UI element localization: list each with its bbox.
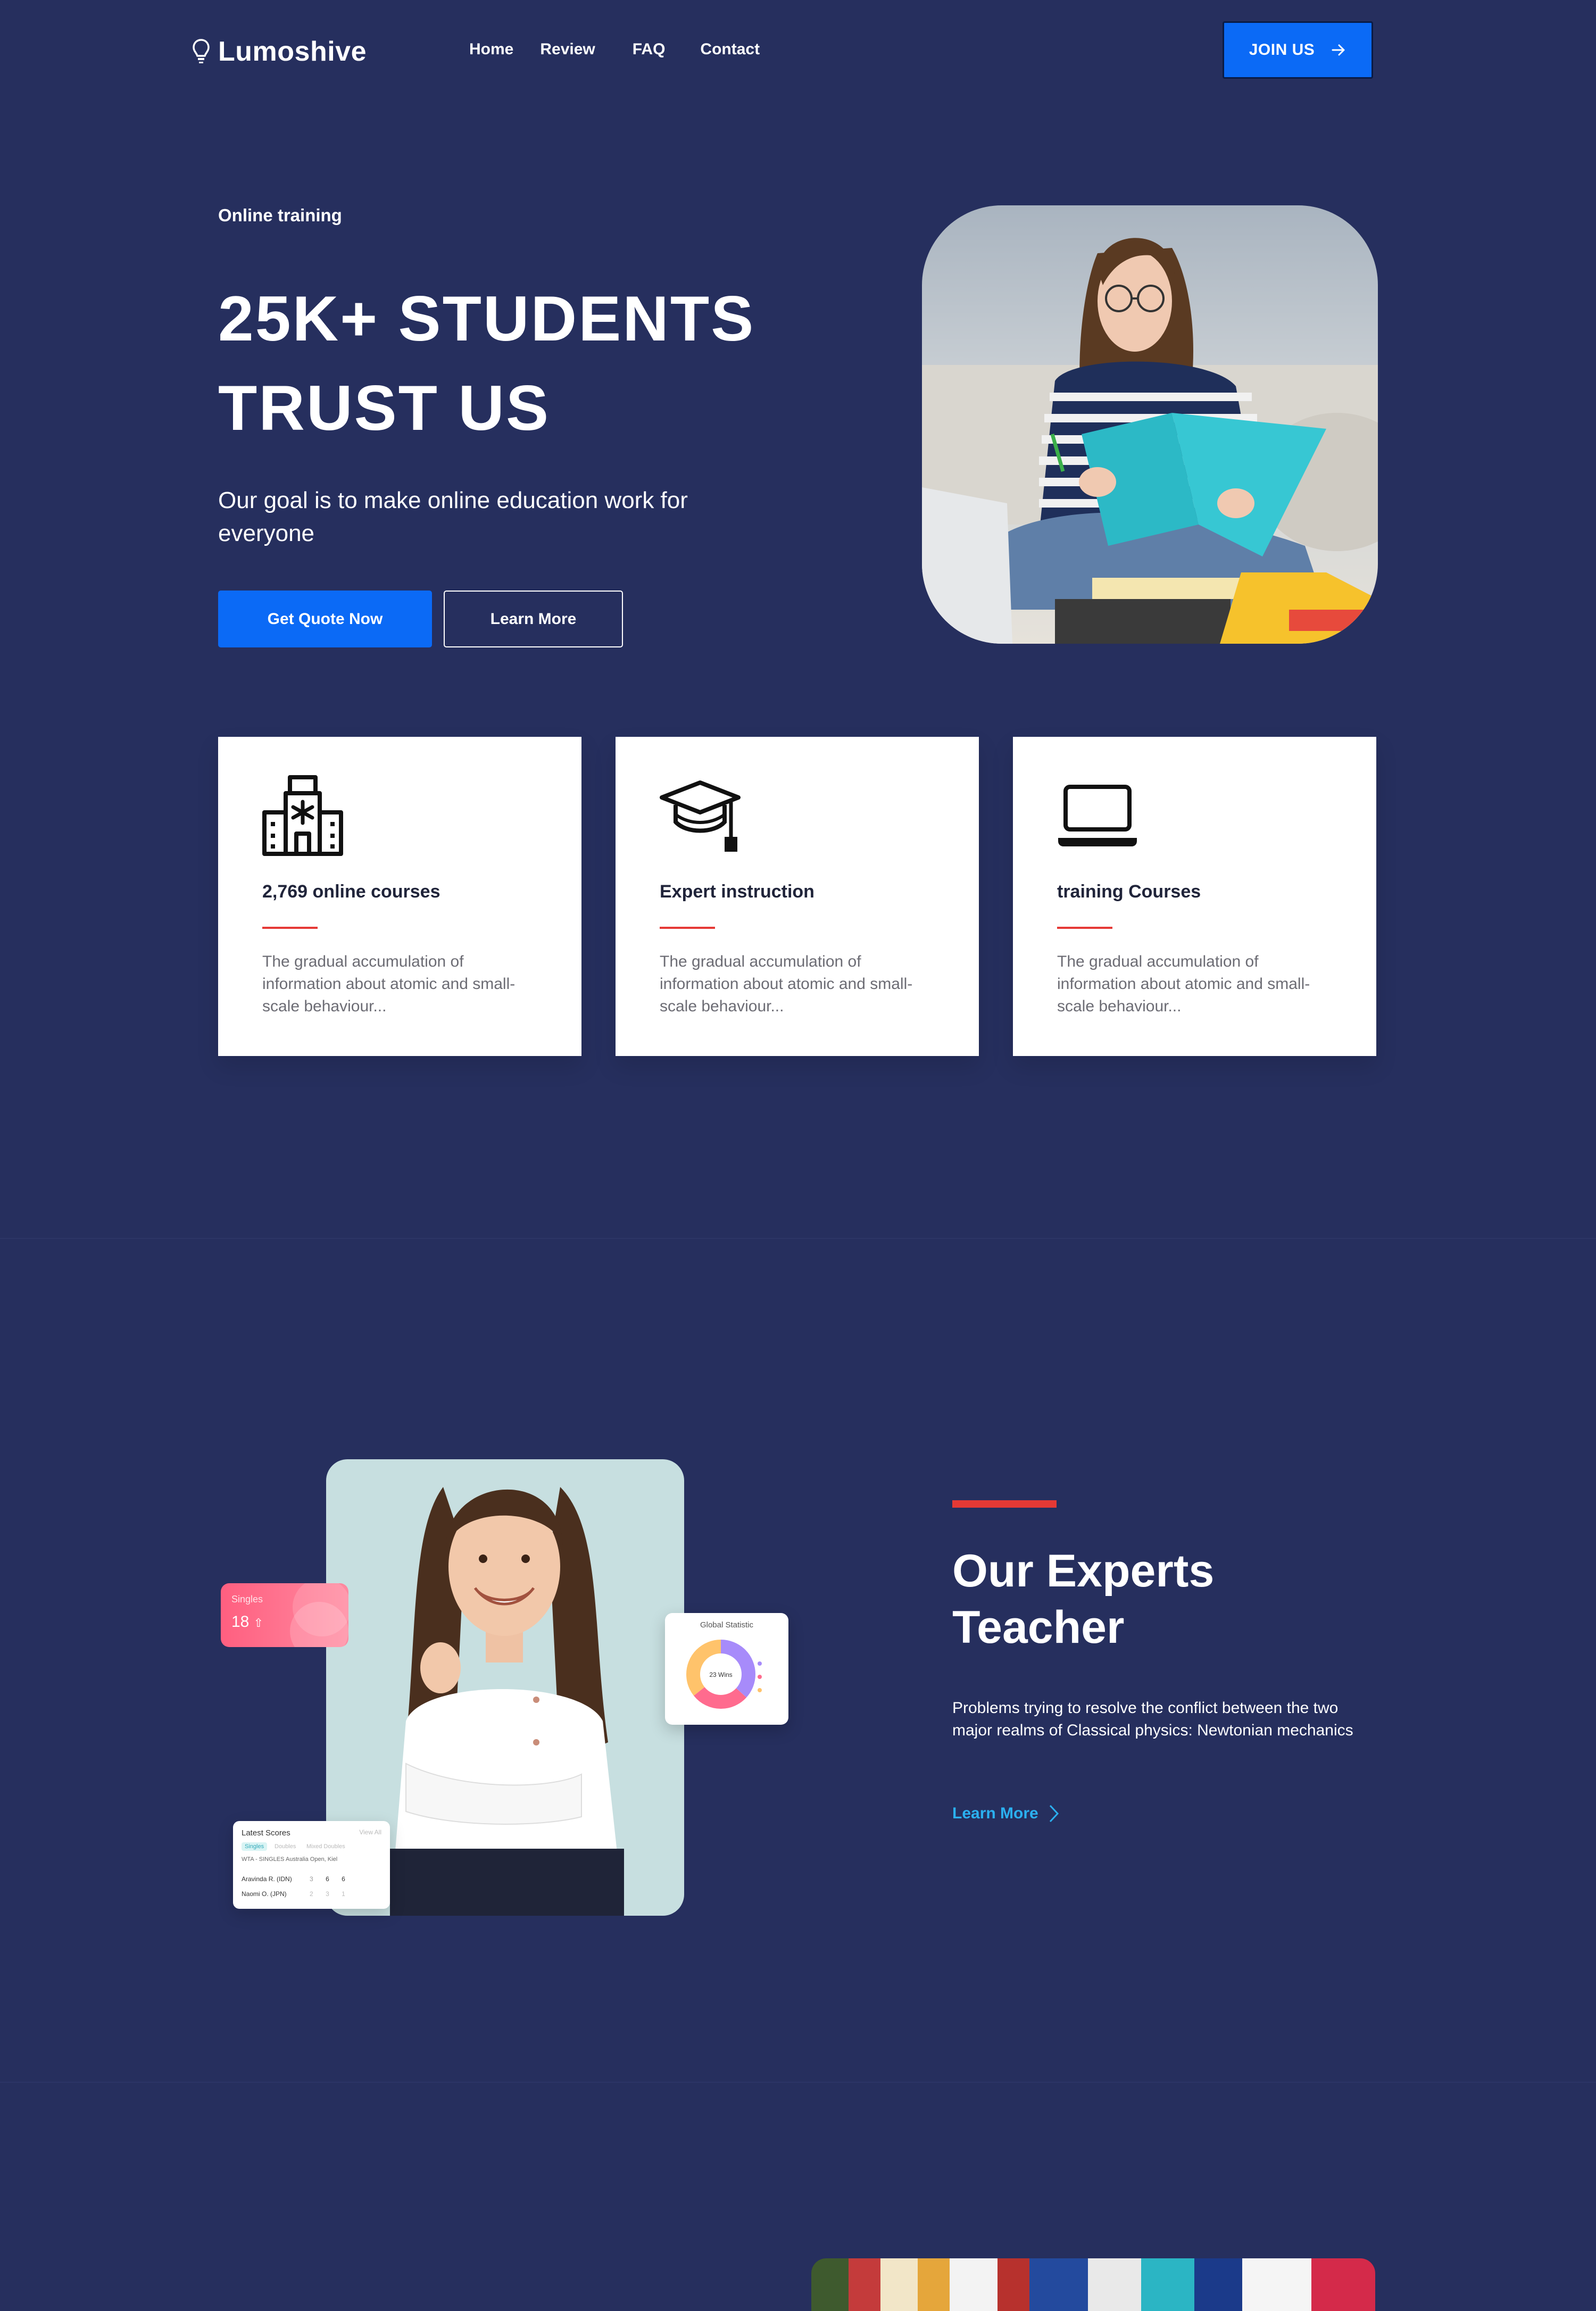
nav-home[interactable]: Home xyxy=(469,40,513,59)
arrow-right-icon xyxy=(1332,44,1345,56)
join-us-button[interactable]: JOIN US xyxy=(1223,21,1373,79)
experts-link-label: Learn More xyxy=(952,1805,1038,1822)
feature-description: The gradual accumulation of information … xyxy=(1057,953,1310,1015)
experts-title: Our Experts Teacher xyxy=(952,1545,1215,1653)
feature-card-instruction[interactable]: Expert instruction The gradual accumulat… xyxy=(616,737,979,1056)
scores-row: Naomi O. (JPN) 2 3 1 xyxy=(242,1890,345,1898)
join-us-label: JOIN US xyxy=(1249,41,1315,59)
scores-view-all: View All xyxy=(359,1828,381,1836)
stat-center-label: 23 Wins xyxy=(709,1671,732,1678)
set-score: 1 xyxy=(342,1890,345,1898)
scores-row: Aravinda R. (IDN) 3 6 6 xyxy=(242,1875,345,1883)
feature-description: The gradual accumulation of information … xyxy=(660,953,913,1015)
donut-chart-icon: 23 Wins xyxy=(686,1640,762,1709)
hero-title: 25K+ STUDENTS TRUST US xyxy=(218,274,803,453)
experts-learn-more-link[interactable]: Learn More xyxy=(952,1803,1060,1824)
feature-underline xyxy=(660,927,715,929)
site-header: Lumoshive Home Review FAQ Contact JOIN U… xyxy=(0,0,1596,101)
student-illustration xyxy=(922,238,1378,644)
set-score: 3 xyxy=(326,1890,329,1898)
singles-stat-card: Singles 18 ⇧ xyxy=(221,1583,348,1647)
scores-title: Latest Scores xyxy=(242,1828,290,1838)
graduation-cap-icon xyxy=(660,780,741,852)
nav-review[interactable]: Review xyxy=(540,40,595,59)
global-statistic-card: Global Statistic 23 Wins xyxy=(665,1613,788,1725)
hero-eyebrow: Online training xyxy=(218,205,342,225)
scores-tab-singles: Singles xyxy=(242,1842,268,1851)
brand-logo[interactable]: Lumoshive xyxy=(192,33,367,70)
nav-contact[interactable]: Contact xyxy=(700,40,760,59)
hero-subtitle: Our goal is to make online education wor… xyxy=(218,487,688,546)
experts-accent-bar xyxy=(952,1500,1057,1508)
nav-faq[interactable]: FAQ xyxy=(633,40,666,59)
stat-card-label: Global Statistic xyxy=(700,1620,754,1630)
building-icon xyxy=(262,775,343,856)
main-nav: Home Review FAQ Contact xyxy=(469,40,786,59)
section-divider xyxy=(0,2082,1596,2083)
section-divider xyxy=(0,1238,1596,1239)
books-photo xyxy=(811,2258,1375,2311)
hero-title-line1: 25K+ STUDENTS xyxy=(218,283,755,354)
feature-title: Expert instruction xyxy=(660,882,814,902)
set-score: 6 xyxy=(342,1875,345,1883)
arrow-up-icon: ⇧ xyxy=(253,1616,264,1630)
scores-tab-mixed: Mixed Doubles xyxy=(306,1843,345,1850)
scores-tab-doubles: Doubles xyxy=(275,1843,296,1850)
hero-title-line2: TRUST US xyxy=(218,372,550,444)
brand-name: Lumoshive xyxy=(218,36,367,67)
player-name: Aravinda R. (IDN) xyxy=(242,1875,292,1883)
latest-scores-card: Latest Scores View All Singles Doubles M… xyxy=(233,1821,390,1909)
lightbulb-icon xyxy=(193,39,210,63)
singles-number: 18 xyxy=(231,1613,250,1631)
get-quote-button[interactable]: Get Quote Now xyxy=(218,591,432,647)
feature-description: The gradual accumulation of information … xyxy=(262,953,516,1015)
feature-card-training[interactable]: training Courses The gradual accumulatio… xyxy=(1013,737,1376,1056)
singles-value: 18 ⇧ xyxy=(231,1613,263,1631)
set-score: 3 xyxy=(310,1875,313,1883)
set-score: 6 xyxy=(326,1875,329,1883)
books-illustration xyxy=(811,2258,1375,2311)
feature-title: 2,769 online courses xyxy=(262,882,440,902)
player-name: Naomi O. (JPN) xyxy=(242,1890,287,1898)
feature-card-courses[interactable]: 2,769 online courses The gradual accumul… xyxy=(218,737,581,1056)
experts-description: Problems trying to resolve the conflict … xyxy=(952,1699,1353,1739)
learn-more-button[interactable]: Learn More xyxy=(444,591,623,647)
set-score: 2 xyxy=(310,1890,313,1898)
feature-underline xyxy=(1057,927,1112,929)
singles-label: Singles xyxy=(231,1594,263,1605)
laptop-icon xyxy=(1058,785,1137,846)
student-reading-photo xyxy=(922,205,1378,644)
feature-underline xyxy=(262,927,318,929)
chevron-right-icon xyxy=(1049,1805,1059,1823)
scores-event: WTA - SINGLES Australia Open, Kiel xyxy=(242,1856,338,1863)
feature-title: training Courses xyxy=(1057,882,1201,902)
